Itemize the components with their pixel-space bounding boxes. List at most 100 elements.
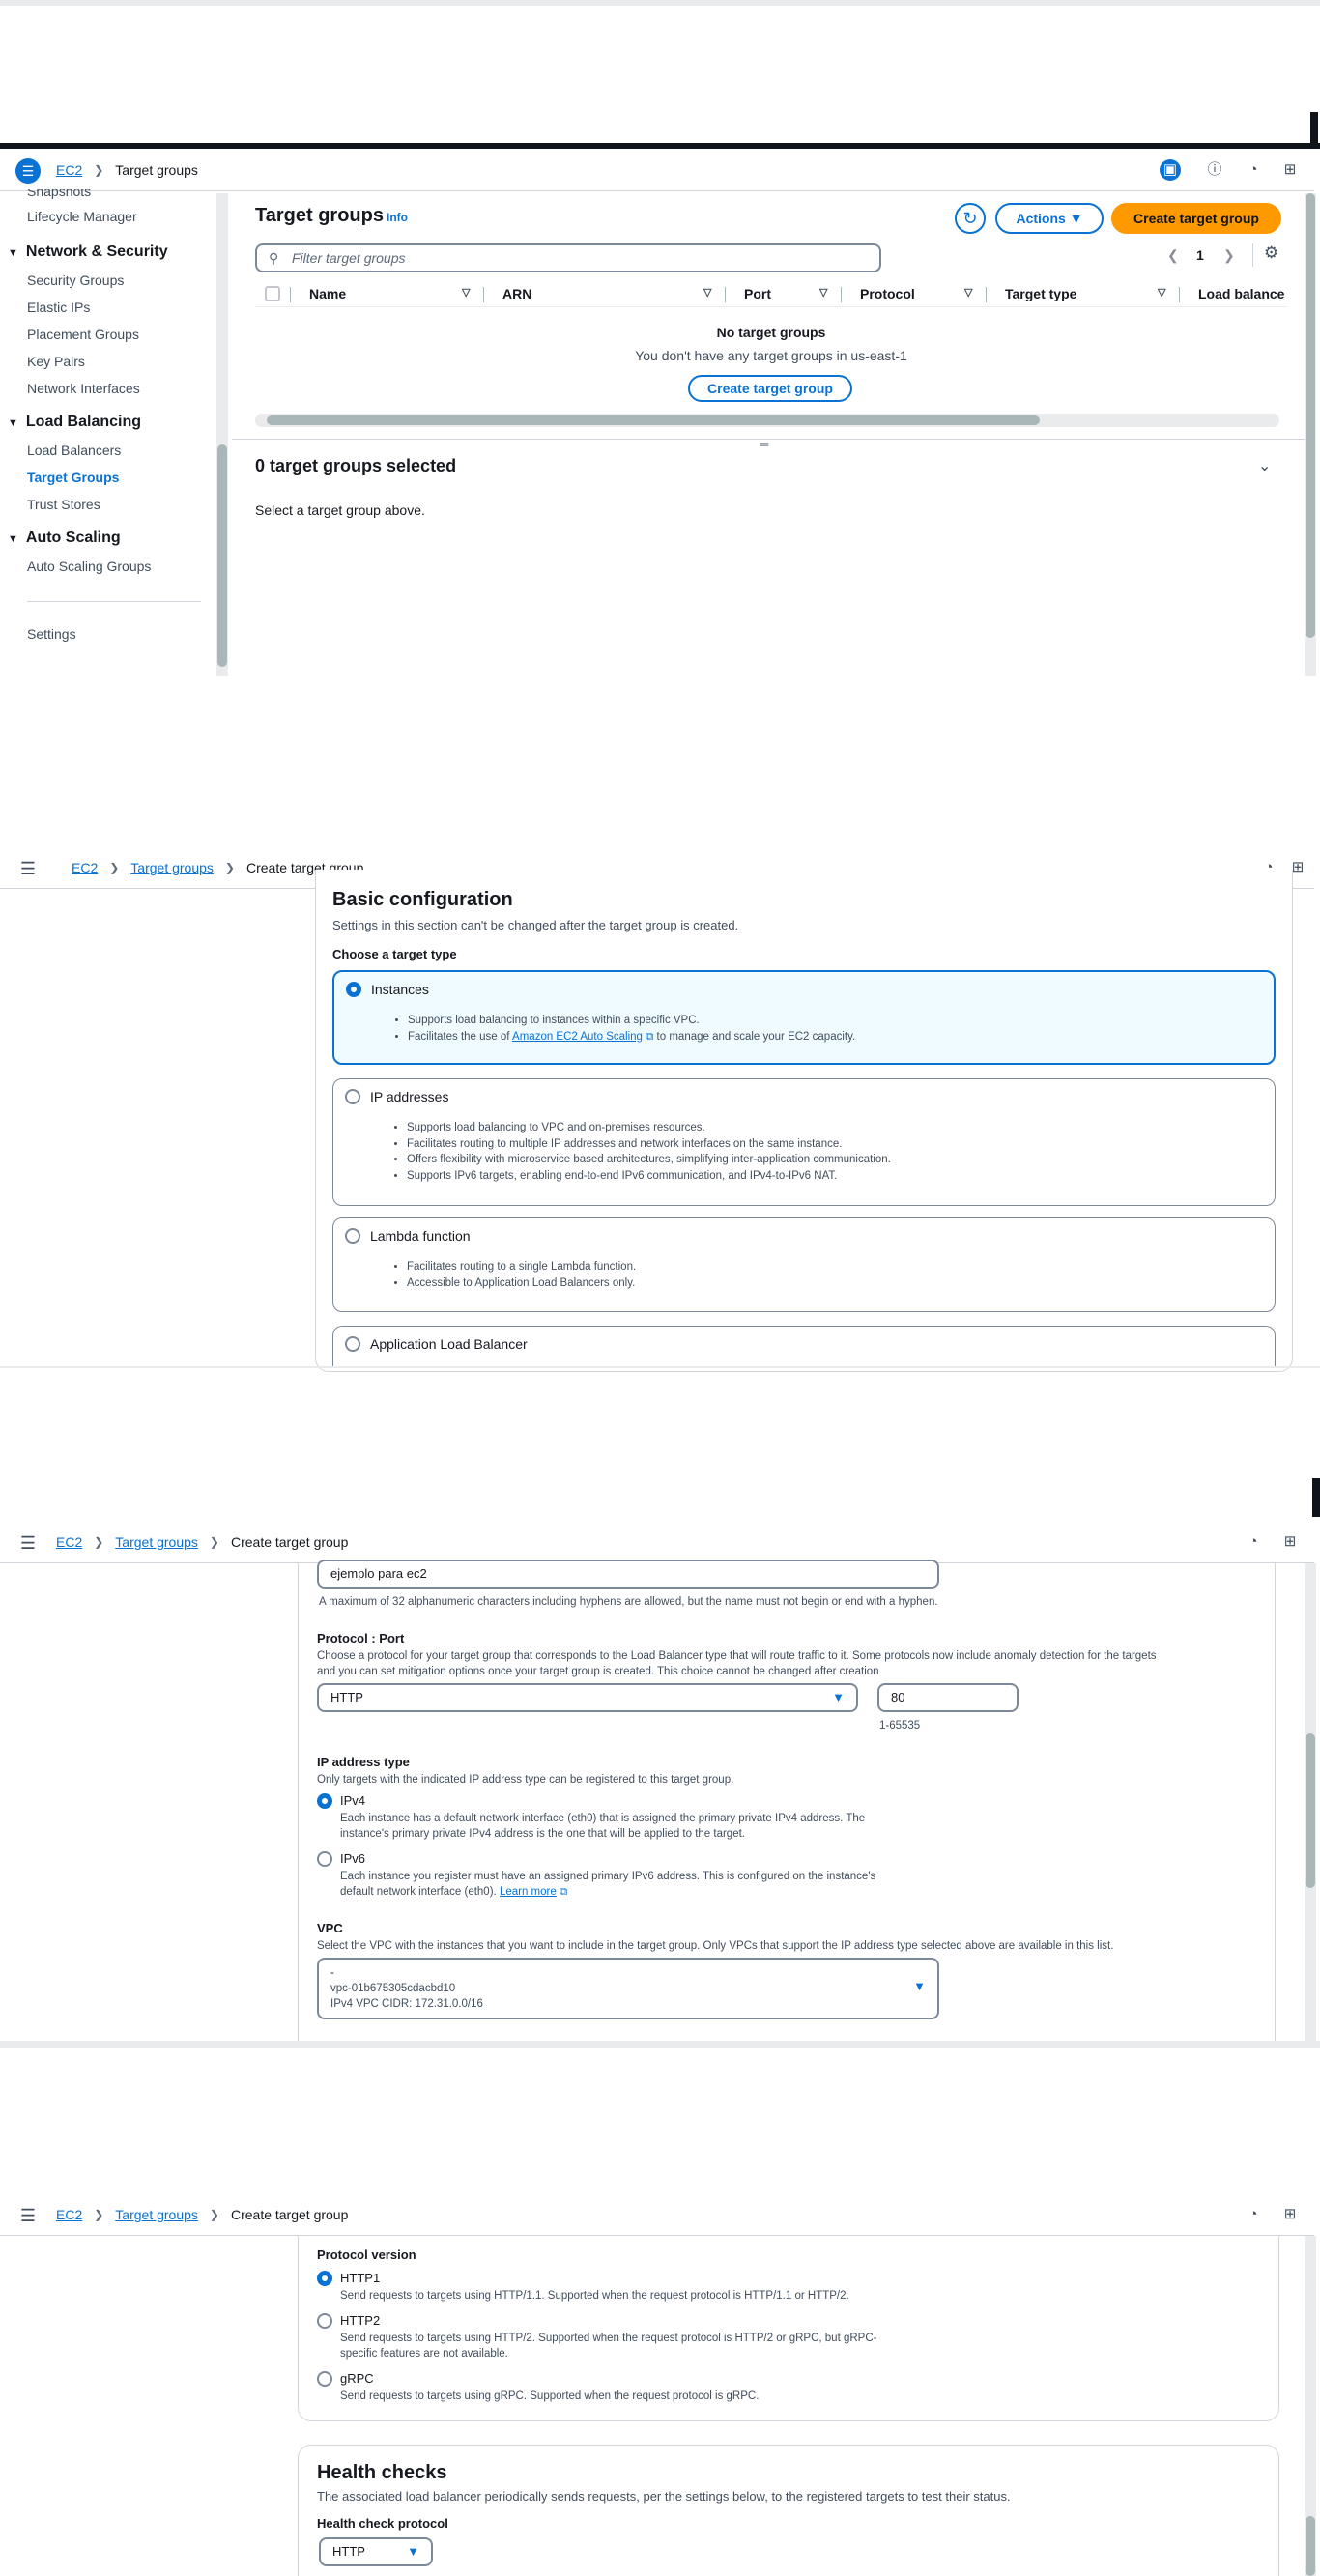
refresh-icon[interactable]: ↻ <box>955 203 986 234</box>
column-divider <box>483 287 484 302</box>
tools-icon[interactable]: ⊞ <box>1279 1531 1301 1553</box>
breadcrumb-ec2[interactable]: EC2 <box>56 1534 82 1550</box>
breadcrumb-target-groups[interactable]: Target groups <box>130 860 214 875</box>
empty-create-target-group-button[interactable]: Create target group <box>688 375 852 402</box>
page-scrollbar[interactable] <box>1305 2236 1316 2576</box>
sidebar-item-snapshots[interactable]: Snapshots <box>27 189 91 199</box>
history-icon[interactable]: ◔ <box>1243 159 1264 181</box>
filter-icon[interactable]: ▽ <box>1158 286 1165 299</box>
target-type-ip-addresses[interactable]: IP addresses Supports load balancing to … <box>332 1078 1276 1206</box>
target-group-name-input[interactable]: ejemplo para ec2 <box>317 1560 939 1589</box>
port-input[interactable]: 80 <box>877 1683 1019 1712</box>
target-type-instances[interactable]: Instances Supports load balancing to ins… <box>332 970 1276 1065</box>
filter-icon[interactable]: ▽ <box>703 286 711 299</box>
radio-http2[interactable] <box>317 2313 332 2329</box>
sidebar-item-key-pairs[interactable]: Key Pairs <box>27 354 85 369</box>
health-check-protocol-select[interactable]: HTTP ▼ <box>319 2537 433 2566</box>
info-link[interactable]: Info <box>387 211 408 224</box>
bullet: Facilitates routing to multiple IP addre… <box>407 1136 891 1153</box>
chevron-down-icon[interactable]: ⌄ <box>1258 456 1271 475</box>
protocol-value: HTTP <box>330 1690 363 1704</box>
sidebar-section-network-security[interactable]: Network & Security <box>8 243 168 261</box>
column-target-type[interactable]: Target type <box>1005 286 1076 301</box>
radio-ip-addresses[interactable] <box>345 1089 360 1104</box>
sidebar-item-target-groups[interactable]: Target Groups <box>27 470 119 485</box>
sidebar-item-settings[interactable]: Settings <box>27 626 76 642</box>
page-number[interactable]: 1 <box>1196 247 1204 263</box>
drag-handle-icon[interactable]: ═ <box>760 437 768 451</box>
bullet: Supports load balancing to VPC and on-pr… <box>407 1120 891 1136</box>
sidebar-section-auto-scaling[interactable]: Auto Scaling <box>8 530 121 547</box>
menu-icon[interactable]: ☰ <box>15 856 41 881</box>
vpc-select[interactable]: - vpc-01b675305cdacbd10 IPv4 VPC CIDR: 1… <box>317 1958 939 2019</box>
scrollbar-thumb[interactable] <box>1306 2516 1315 2576</box>
sidebar-item-load-balancers[interactable]: Load Balancers <box>27 443 121 458</box>
page-scrollbar[interactable] <box>1305 1563 1316 2041</box>
info-icon[interactable]: ⓘ <box>1204 159 1225 181</box>
top-navigation: ☰ EC2 ❯ Target groups ▣ ⓘ ◔ ⊞ <box>0 149 1314 191</box>
ec2-auto-scaling-link[interactable]: Amazon EC2 Auto Scaling <box>512 1031 643 1043</box>
scrollbar-thumb[interactable] <box>217 444 227 667</box>
scrollbar-thumb[interactable] <box>1306 1733 1315 1888</box>
radio-ipv4[interactable] <box>317 1793 332 1809</box>
select-all-checkbox[interactable] <box>265 286 280 301</box>
radio-alb[interactable] <box>345 1336 360 1352</box>
radio-lambda[interactable] <box>345 1228 360 1244</box>
panel-toggle-icon[interactable]: ▣ <box>1160 159 1181 181</box>
column-port[interactable]: Port <box>744 286 771 301</box>
menu-icon[interactable]: ☰ <box>15 158 41 184</box>
horizontal-scrollbar[interactable] <box>255 414 1279 427</box>
radio-http1[interactable] <box>317 2271 332 2286</box>
breadcrumb-target-groups[interactable]: Target groups <box>115 2207 198 2222</box>
history-icon[interactable]: ◔ <box>1243 2204 1264 2225</box>
sidebar-scrollbar[interactable] <box>216 193 228 676</box>
option-label: IP addresses <box>370 1089 449 1104</box>
menu-icon[interactable]: ☰ <box>15 1531 41 1556</box>
filter-icon[interactable]: ▽ <box>462 286 470 299</box>
actions-button[interactable]: Actions ▼ <box>995 203 1104 234</box>
column-arn[interactable]: ARN <box>502 286 531 301</box>
learn-more-link[interactable]: Learn more <box>500 1886 557 1898</box>
sidebar-item-lifecycle-manager[interactable]: Lifecycle Manager <box>27 209 137 224</box>
target-type-lambda[interactable]: Lambda function Facilitates routing to a… <box>332 1217 1276 1312</box>
page-title: Target groups <box>255 205 384 226</box>
sidebar-item-network-interfaces[interactable]: Network Interfaces <box>27 381 140 396</box>
radio-ipv6[interactable] <box>317 1851 332 1867</box>
page-scrollbar[interactable] <box>1305 193 1316 676</box>
sidebar-item-trust-stores[interactable]: Trust Stores <box>27 497 100 512</box>
breadcrumb-ec2[interactable]: EC2 <box>56 2207 82 2222</box>
ipv4-description: Each instance has a default network inte… <box>340 1813 866 1824</box>
scrollbar-thumb[interactable] <box>1306 193 1315 638</box>
protocol-select[interactable]: HTTP ▼ <box>317 1683 858 1712</box>
sidebar-section-load-balancing[interactable]: Load Balancing <box>8 414 141 431</box>
column-name[interactable]: Name <box>309 286 346 301</box>
next-page-icon[interactable]: ❯ <box>1223 247 1235 264</box>
health-check-protocol-value: HTTP <box>332 2544 365 2559</box>
breadcrumb-target-groups[interactable]: Target groups <box>115 1534 198 1550</box>
menu-icon[interactable]: ☰ <box>15 2203 41 2228</box>
target-type-alb[interactable]: Application Load Balancer <box>332 1326 1276 1366</box>
health-checks-description: The associated load balancer periodicall… <box>317 2489 1011 2504</box>
http2-label: HTTP2 <box>340 2313 381 2328</box>
filter-icon[interactable]: ▽ <box>819 286 827 299</box>
radio-instances[interactable] <box>346 982 361 997</box>
history-icon[interactable]: ◔ <box>1243 1531 1264 1553</box>
sidebar-item-security-groups[interactable]: Security Groups <box>27 272 124 288</box>
scrollbar-thumb[interactable] <box>267 415 1040 425</box>
sidebar-item-elastic-ips[interactable]: Elastic IPs <box>27 300 90 315</box>
radio-grpc[interactable] <box>317 2371 332 2387</box>
filter-icon[interactable]: ▽ <box>964 286 972 299</box>
sidebar-item-auto-scaling-groups[interactable]: Auto Scaling Groups <box>27 558 151 574</box>
column-protocol[interactable]: Protocol <box>860 286 915 301</box>
create-target-group-button[interactable]: Create target group <box>1111 203 1281 234</box>
tools-icon[interactable]: ⊞ <box>1279 2204 1301 2225</box>
prev-page-icon[interactable]: ❮ <box>1167 247 1179 264</box>
settings-gear-icon[interactable]: ⚙ <box>1264 243 1278 263</box>
breadcrumb-ec2[interactable]: EC2 <box>72 860 98 875</box>
filter-target-groups-input[interactable]: ⚲ Filter target groups <box>255 243 881 272</box>
column-load-balancer[interactable]: Load balance <box>1198 286 1284 301</box>
column-divider <box>1179 287 1180 302</box>
breadcrumb-ec2[interactable]: EC2 <box>56 162 82 178</box>
sidebar-item-placement-groups[interactable]: Placement Groups <box>27 327 139 342</box>
tools-icon[interactable]: ⊞ <box>1279 159 1301 181</box>
